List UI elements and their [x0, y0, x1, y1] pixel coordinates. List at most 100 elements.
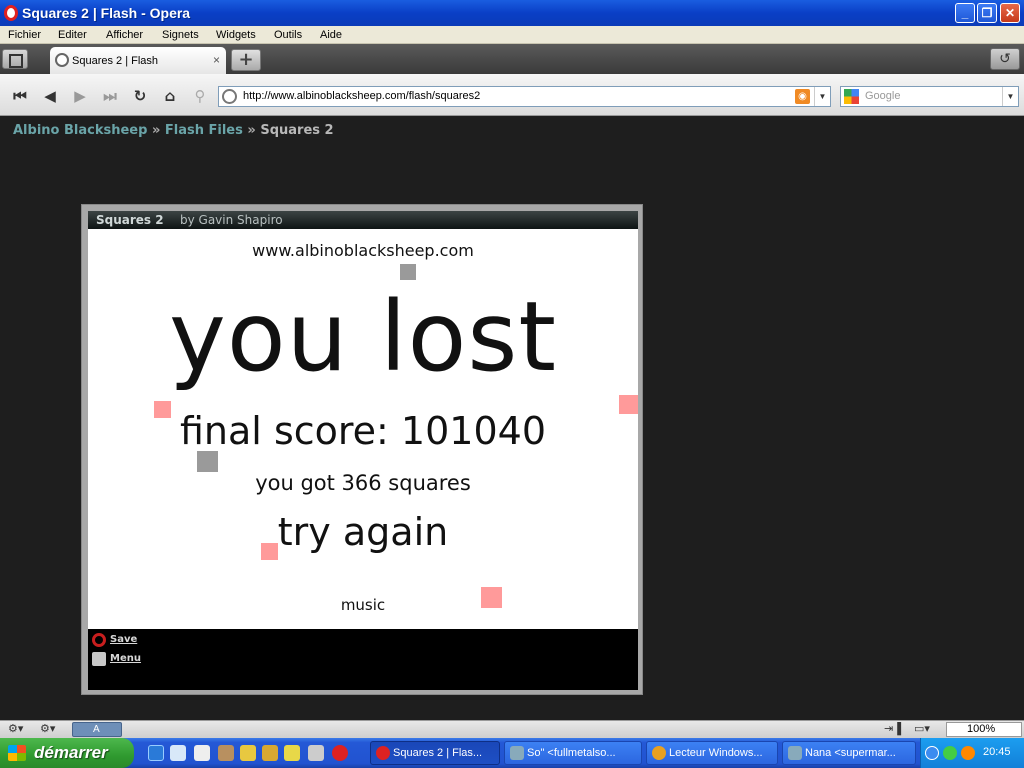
- opera-logo-icon: [4, 5, 18, 21]
- breadcrumb-section-link[interactable]: Flash Files: [165, 123, 243, 138]
- search-dropdown-icon[interactable]: ▼: [1002, 87, 1018, 106]
- opera-quicklaunch-icon[interactable]: [332, 745, 348, 761]
- opera-icon: [92, 633, 106, 647]
- squares-count: you got 366 squares: [255, 471, 471, 495]
- google-icon[interactable]: [844, 89, 859, 104]
- task-label: Lecteur Windows...: [669, 747, 763, 759]
- tools-icon[interactable]: ⚙▾: [8, 722, 23, 737]
- tab-label: Squares 2 | Flash: [72, 55, 159, 67]
- try-again-button[interactable]: try again: [88, 510, 638, 554]
- task-opera[interactable]: Squares 2 | Flas...: [370, 741, 500, 765]
- zoom-level[interactable]: 100%: [946, 722, 1022, 737]
- windows-logo-icon: [8, 745, 26, 761]
- flash-game-canvas[interactable]: Squares 2 by Gavin Shapiro www.albinobla…: [88, 211, 638, 690]
- menu-fichier[interactable]: Fichier: [8, 29, 41, 41]
- wand-icon[interactable]: ⚲: [190, 86, 210, 106]
- ie-icon[interactable]: [148, 745, 164, 761]
- new-tab-button[interactable]: +: [231, 49, 261, 71]
- search-placeholder: Google: [865, 90, 901, 102]
- task-msn-1[interactable]: So" <fullmetalso...: [504, 741, 642, 765]
- game-over-headline: you lost: [169, 281, 557, 393]
- address-url[interactable]: http://www.albinoblacksheep.com/flash/sq…: [243, 90, 480, 102]
- reload-icon[interactable]: ↻: [130, 86, 150, 106]
- clock: 20:45: [983, 746, 1011, 758]
- breadcrumb-separator: »: [247, 123, 256, 138]
- menu-outils[interactable]: Outils: [274, 29, 302, 41]
- trophy-icon[interactable]: [262, 745, 278, 761]
- task-msn-2[interactable]: Nana <supermar...: [782, 741, 916, 765]
- opera-task-icon: [376, 746, 390, 760]
- pink-square: [154, 401, 171, 418]
- app-tray-icon[interactable]: [961, 746, 975, 760]
- site-info-icon[interactable]: [222, 89, 237, 104]
- png-icon[interactable]: [308, 745, 324, 761]
- game-title: Squares 2: [96, 213, 164, 227]
- forward-icon[interactable]: ▶: [70, 86, 90, 106]
- search-input[interactable]: Google ▼: [840, 86, 1019, 107]
- menu-signets[interactable]: Signets: [162, 29, 199, 41]
- menu-icon: [92, 652, 106, 666]
- menu-aide[interactable]: Aide: [320, 29, 342, 41]
- tab-squares2[interactable]: Squares 2 | Flash ×: [50, 47, 226, 74]
- fit-width-icon[interactable]: ⇥▐: [884, 722, 901, 737]
- status-bar: ⚙▾ ⚙▾ A ⇥▐ ▭▾ 100%: [0, 720, 1024, 738]
- restore-button[interactable]: ❐: [977, 3, 997, 23]
- pink-square: [261, 543, 278, 560]
- document-icon[interactable]: [194, 745, 210, 761]
- address-field[interactable]: http://www.albinoblacksheep.com/flash/sq…: [218, 86, 831, 107]
- menu-editer[interactable]: Editer: [58, 29, 87, 41]
- gray-square: [197, 451, 218, 472]
- task-label: Squares 2 | Flas...: [393, 747, 483, 759]
- system-tray: 20:45: [920, 738, 1024, 768]
- network-icon[interactable]: ⚙▾: [40, 722, 55, 737]
- pink-square: [481, 587, 502, 608]
- game-site-url: www.albinoblacksheep.com: [252, 241, 474, 260]
- music-toggle-button[interactable]: music: [88, 596, 638, 614]
- close-button[interactable]: ✕: [1000, 3, 1020, 23]
- zelda-icon[interactable]: [240, 745, 256, 761]
- page-content: Albino Blacksheep » Flash Files » Square…: [0, 117, 1024, 720]
- breadcrumb-separator: »: [151, 123, 161, 138]
- messenger-tray-icon[interactable]: [943, 746, 957, 760]
- fast-forward-icon[interactable]: ⏭: [100, 86, 120, 106]
- messenger-icon: [510, 746, 524, 760]
- game-byline: by Gavin Shapiro: [180, 213, 283, 227]
- view-selector[interactable]: A: [72, 722, 122, 737]
- window-title: Squares 2 | Flash - Opera: [22, 5, 191, 21]
- pink-square: [619, 395, 638, 414]
- messenger-icon: [788, 746, 802, 760]
- panel-toggle-button[interactable]: [2, 49, 28, 69]
- task-label: So" <fullmetalso...: [527, 747, 616, 759]
- menu-afficher[interactable]: Afficher: [106, 29, 143, 41]
- game-header: Squares 2 by Gavin Shapiro: [88, 211, 638, 229]
- breadcrumb-home-link[interactable]: Albino Blacksheep: [13, 123, 147, 138]
- app-icon[interactable]: [218, 745, 234, 761]
- breadcrumb-current: Squares 2: [260, 123, 334, 138]
- view-mode-icon[interactable]: ▭▾: [914, 722, 930, 737]
- media-player-icon: [652, 746, 666, 760]
- menu-widgets[interactable]: Widgets: [216, 29, 256, 41]
- tab-close-icon[interactable]: ×: [213, 53, 220, 67]
- gray-square: [400, 264, 416, 280]
- desktop-icon[interactable]: [170, 745, 186, 761]
- window-title-bar: Squares 2 | Flash - Opera _ ❐ ✕: [0, 0, 1024, 26]
- back-icon[interactable]: ◀: [40, 86, 60, 106]
- save-link[interactable]: Save: [110, 634, 137, 645]
- task-media-player[interactable]: Lecteur Windows...: [646, 741, 778, 765]
- rss-feed-icon[interactable]: ◉: [795, 89, 810, 104]
- tray-expand-icon[interactable]: [925, 746, 939, 760]
- home-icon[interactable]: ⌂: [160, 86, 180, 106]
- start-button[interactable]: démarrer: [0, 738, 134, 768]
- rewind-icon[interactable]: ⏮: [10, 86, 30, 106]
- sword-icon[interactable]: [284, 745, 300, 761]
- page-icon: [55, 53, 69, 67]
- flash-game-frame: Squares 2 by Gavin Shapiro www.albinobla…: [81, 204, 643, 695]
- breadcrumb: Albino Blacksheep » Flash Files » Square…: [13, 123, 334, 138]
- closed-tabs-icon[interactable]: ↺: [990, 48, 1020, 70]
- address-dropdown-icon[interactable]: ▼: [814, 87, 830, 106]
- menu-link[interactable]: Menu: [110, 653, 141, 664]
- navigation-bar: ⏮ ◀ ▶ ⏭ ↻ ⌂ ⚲ http://www.albinoblackshee…: [0, 74, 1024, 116]
- tab-bar: Squares 2 | Flash × + ↺: [0, 44, 1024, 74]
- minimize-button[interactable]: _: [955, 3, 975, 23]
- menu-bar: Fichier Editer Afficher Signets Widgets …: [0, 26, 1024, 44]
